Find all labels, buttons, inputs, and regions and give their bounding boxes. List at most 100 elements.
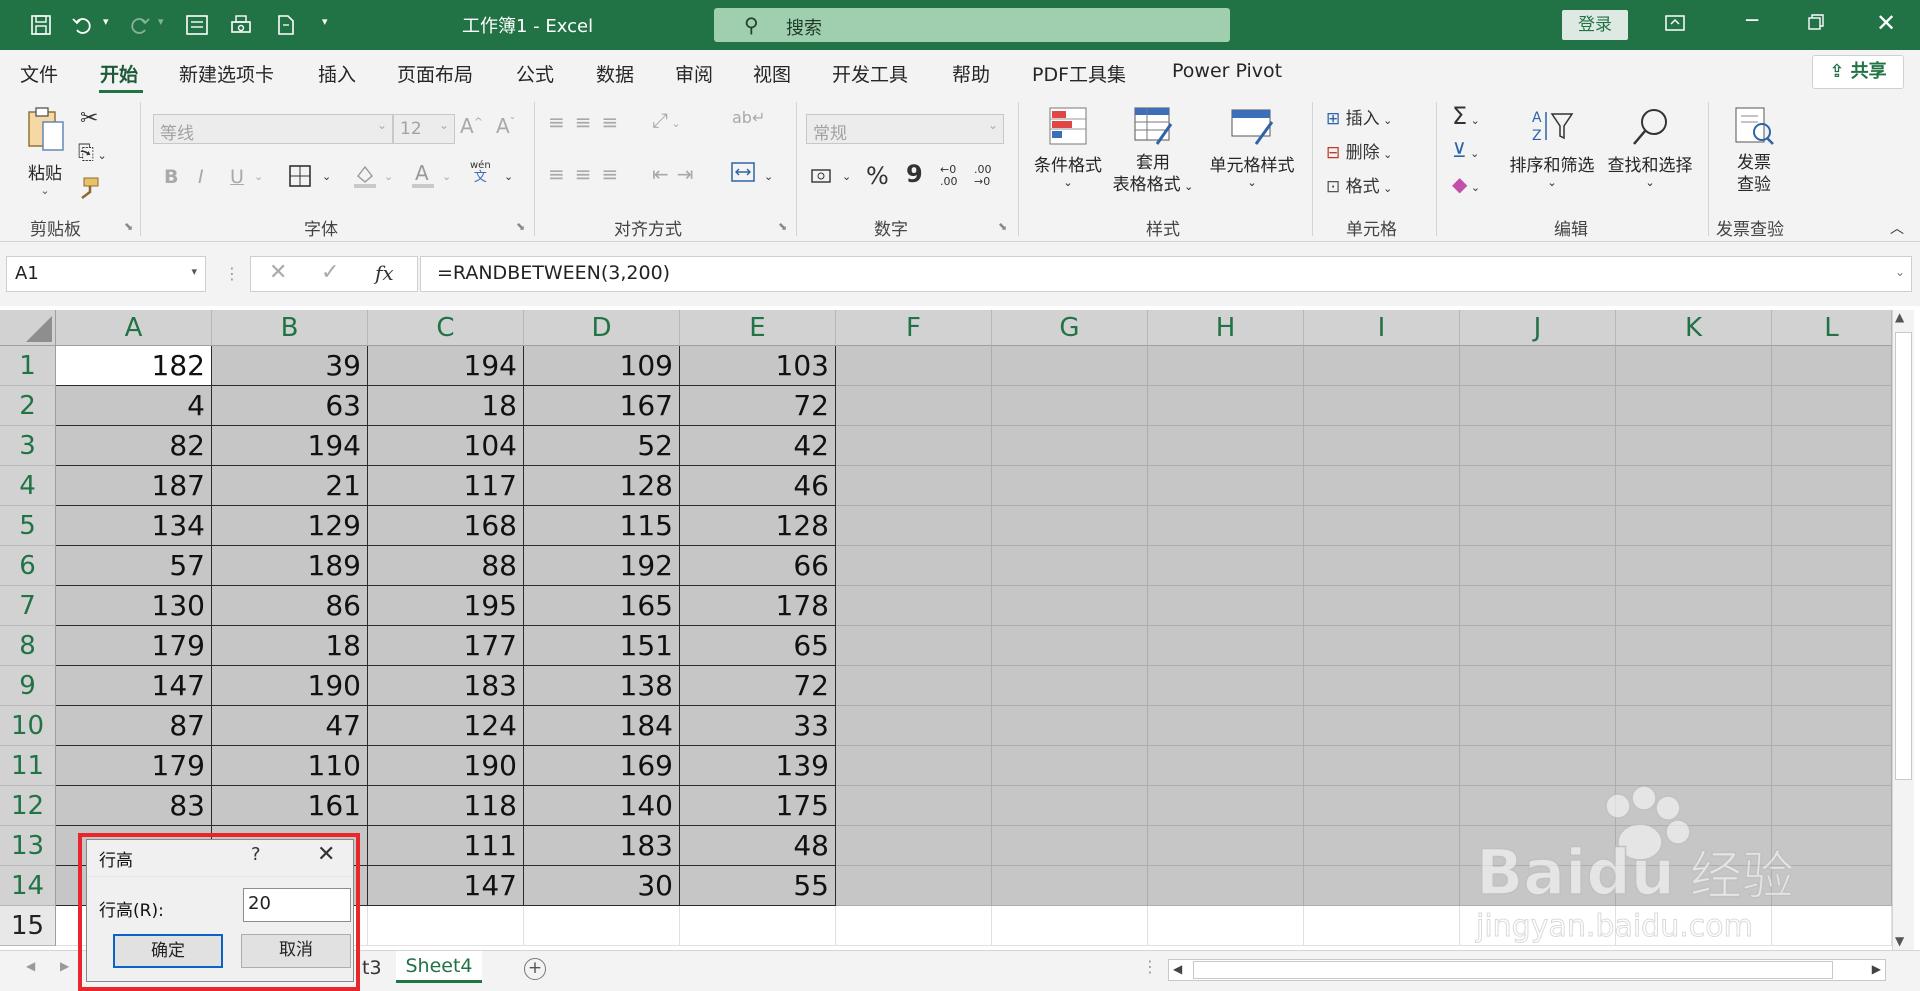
cell[interactable] <box>524 906 680 946</box>
cell[interactable] <box>1616 906 1772 946</box>
cell[interactable]: 151 <box>524 626 680 666</box>
font-name-box[interactable]: 等线 ⌄ <box>153 114 393 144</box>
cell[interactable] <box>992 826 1148 866</box>
row-header[interactable]: 2 <box>0 386 56 426</box>
scroll-up-icon[interactable]: ▲ <box>1895 310 1904 324</box>
cell[interactable] <box>1148 346 1304 386</box>
cell[interactable] <box>992 506 1148 546</box>
cell[interactable] <box>1772 426 1892 466</box>
horizontal-scrollbar[interactable]: ◀ ▶ <box>1168 959 1886 981</box>
cell[interactable]: 192 <box>524 546 680 586</box>
merge-center-icon[interactable] <box>730 160 756 189</box>
fill-color-dropdown-icon[interactable]: ⌄ <box>384 170 393 183</box>
sort-filter-button[interactable]: AZ 排序和筛选 ⌄ <box>1506 106 1598 189</box>
cell[interactable] <box>992 906 1148 946</box>
percent-button[interactable]: % <box>866 162 889 190</box>
cell[interactable] <box>992 546 1148 586</box>
cell[interactable] <box>1616 546 1772 586</box>
cell[interactable]: 39 <box>212 346 368 386</box>
cell[interactable] <box>1616 466 1772 506</box>
column-header-i[interactable]: I <box>1304 310 1460 346</box>
tab-review[interactable]: 审阅 <box>675 60 713 87</box>
scroll-left-icon[interactable]: ◀ <box>1173 962 1182 976</box>
cancel-formula-icon[interactable]: ✕ <box>269 260 287 285</box>
column-header-k[interactable]: K <box>1616 310 1772 346</box>
cell[interactable]: 183 <box>524 826 680 866</box>
tab-power-pivot[interactable]: Power Pivot <box>1172 60 1282 82</box>
cell[interactable] <box>1460 826 1616 866</box>
horizontal-align-icons[interactable]: ≡≡≡ <box>548 162 628 186</box>
cell[interactable] <box>992 426 1148 466</box>
cell[interactable] <box>1460 706 1616 746</box>
cell[interactable]: 194 <box>368 346 524 386</box>
cell[interactable] <box>1460 786 1616 826</box>
column-header-f[interactable]: F <box>836 310 992 346</box>
borders-dropdown-icon[interactable]: ⌄ <box>322 170 331 183</box>
tab-home[interactable]: 开始 <box>100 60 138 87</box>
cell[interactable] <box>1148 786 1304 826</box>
cell[interactable] <box>1772 786 1892 826</box>
cell[interactable] <box>368 906 524 946</box>
column-header-d[interactable]: D <box>524 310 680 346</box>
cell[interactable]: 18 <box>212 626 368 666</box>
cell[interactable]: 4 <box>56 386 212 426</box>
fill-color-icon[interactable] <box>352 162 378 195</box>
cell[interactable] <box>836 866 992 906</box>
row-header[interactable]: 9 <box>0 666 56 706</box>
cell[interactable] <box>1148 626 1304 666</box>
column-header-j[interactable]: J <box>1460 310 1616 346</box>
cell[interactable]: 187 <box>56 466 212 506</box>
cell[interactable]: 110 <box>212 746 368 786</box>
document-icon[interactable] <box>273 12 299 38</box>
number-format-box[interactable]: 常规 ⌄ <box>806 114 1004 144</box>
font-size-box[interactable]: 12 ⌄ <box>393 114 455 144</box>
paste-button[interactable]: 粘贴 ⌄ <box>18 104 72 197</box>
wrap-text-icon[interactable]: ab↵ <box>732 108 765 127</box>
help-button[interactable]: ? <box>251 844 261 865</box>
tab-insert[interactable]: 插入 <box>318 60 356 87</box>
phonetic-icon[interactable]: wén 文 <box>470 160 491 185</box>
decrease-font-icon[interactable]: Aˇ <box>496 114 515 138</box>
borders-icon[interactable] <box>288 164 312 193</box>
phonetic-dropdown-icon[interactable]: ⌄ <box>504 170 513 183</box>
undo-dropdown-icon[interactable]: ▾ <box>103 15 109 28</box>
cell[interactable] <box>1772 466 1892 506</box>
cell[interactable]: 179 <box>56 746 212 786</box>
accounting-format-icon[interactable] <box>810 164 836 193</box>
cell[interactable]: 138 <box>524 666 680 706</box>
cell[interactable]: 104 <box>368 426 524 466</box>
tab-file[interactable]: 文件 <box>20 60 58 87</box>
cell[interactable] <box>1772 706 1892 746</box>
cell[interactable] <box>1616 666 1772 706</box>
add-sheet-button[interactable]: + <box>524 958 546 980</box>
cell[interactable] <box>1772 866 1892 906</box>
cell[interactable] <box>1304 426 1460 466</box>
cell[interactable] <box>1772 386 1892 426</box>
cell[interactable] <box>1304 706 1460 746</box>
comma-button[interactable]: 9 <box>906 160 923 188</box>
row-header[interactable]: 7 <box>0 586 56 626</box>
insert-cells-button[interactable]: ⊞ 插入 ⌄ <box>1326 104 1392 129</box>
row-header[interactable]: 4 <box>0 466 56 506</box>
copy-icon[interactable]: ⎘ ⌄ <box>78 140 107 164</box>
find-select-button[interactable]: 查找和选择 ⌄ <box>1602 106 1698 189</box>
ok-button[interactable]: 确定 <box>113 934 223 968</box>
cell[interactable]: 140 <box>524 786 680 826</box>
tab-developer[interactable]: 开发工具 <box>832 60 908 87</box>
close-icon[interactable]: ✕ <box>317 842 335 867</box>
cell[interactable] <box>992 386 1148 426</box>
cell[interactable]: 21 <box>212 466 368 506</box>
sheet-tab-partial[interactable]: t3 <box>362 957 382 979</box>
cell[interactable]: 46 <box>680 466 836 506</box>
cell[interactable] <box>836 386 992 426</box>
cell[interactable] <box>1304 586 1460 626</box>
cell[interactable]: 195 <box>368 586 524 626</box>
row-header[interactable]: 10 <box>0 706 56 746</box>
cell[interactable]: 111 <box>368 826 524 866</box>
underline-dropdown-icon[interactable]: ⌄ <box>254 170 263 183</box>
insert-function-button[interactable]: fx <box>375 261 394 285</box>
cell[interactable] <box>1460 866 1616 906</box>
print-preview-icon[interactable] <box>228 12 254 38</box>
column-header-e[interactable]: E <box>680 310 836 346</box>
cell[interactable] <box>992 346 1148 386</box>
